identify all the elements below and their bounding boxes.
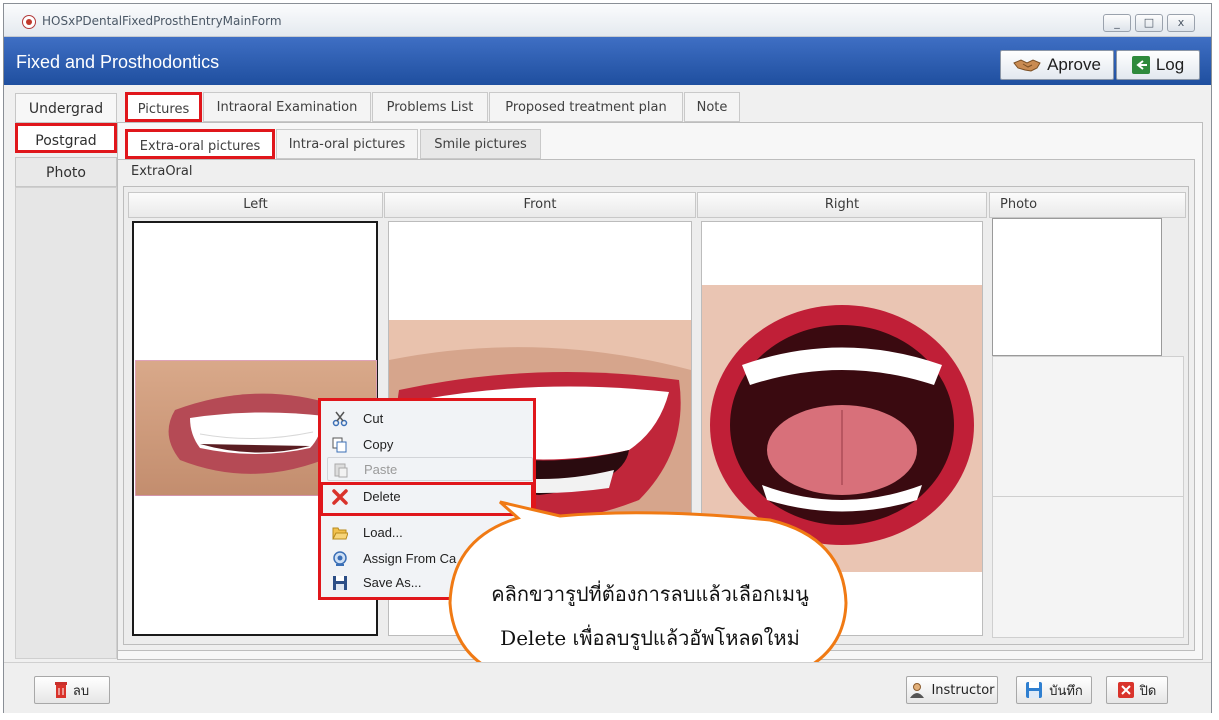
photo-divider: [992, 496, 1184, 497]
minimize-button[interactable]: _: [1103, 14, 1131, 32]
tab-smile-pictures[interactable]: Smile pictures: [420, 129, 541, 159]
form-title: Fixed and Prosthodontics: [16, 52, 220, 72]
copy-icon: [332, 437, 347, 453]
callout-line-1: คลิกขวารูปที่ต้องการลบแล้วเลือกเมนู: [491, 582, 809, 606]
tab-photo[interactable]: Photo: [15, 157, 117, 187]
floppy-disk-icon: [333, 576, 347, 590]
window-title: HOSxPDentalFixedProsthEntryMainForm: [42, 14, 282, 28]
app-icon: [22, 15, 36, 29]
tab-pictures[interactable]: Pictures: [125, 92, 202, 122]
tab-proposed-treatment-plan[interactable]: Proposed treatment plan: [489, 92, 683, 122]
tab-intraoral-examination[interactable]: Intraoral Examination: [203, 92, 371, 122]
scissors-icon: [332, 411, 348, 427]
instructor-button[interactable]: Instructor: [906, 676, 998, 704]
folder-open-icon: [332, 527, 348, 540]
paste-icon: [334, 463, 348, 478]
menu-item-paste[interactable]: Paste: [327, 457, 533, 481]
save-icon: [1026, 682, 1043, 698]
tab-postgrad[interactable]: Postgrad: [15, 123, 117, 153]
tab-note[interactable]: Note: [684, 92, 740, 122]
log-button[interactable]: Log: [1116, 50, 1200, 80]
photo-slot-1[interactable]: [992, 218, 1162, 356]
save-label: บันทึก: [1049, 683, 1083, 699]
close-form-button[interactable]: ปิด: [1106, 676, 1168, 704]
left-tab-strip: [15, 187, 117, 659]
column-right-header: Right: [697, 192, 987, 218]
column-left-header: Left: [128, 192, 383, 218]
column-photo-header: Photo: [989, 192, 1186, 218]
maximize-button[interactable]: □: [1135, 14, 1163, 32]
tab-problems-list[interactable]: Problems List: [372, 92, 488, 122]
delete-record-button[interactable]: ลบ: [34, 676, 110, 704]
tab-intra-oral-pictures[interactable]: Intra-oral pictures: [276, 129, 418, 159]
handshake-icon: [1013, 59, 1041, 72]
tab-undergrad[interactable]: Undergrad: [15, 93, 117, 123]
instructor-label: Instructor: [931, 682, 995, 698]
column-front-header: Front: [384, 192, 696, 218]
form-header: Fixed and Prosthodontics Aprove Log: [4, 37, 1211, 85]
save-button[interactable]: บันทึก: [1016, 676, 1092, 704]
close-icon: [1117, 682, 1134, 698]
trash-icon: [54, 682, 67, 698]
tab-extra-oral-pictures[interactable]: Extra-oral pictures: [125, 129, 275, 159]
delete-record-label: ลบ: [72, 683, 90, 699]
approve-button[interactable]: Aprove: [1000, 50, 1114, 80]
logout-icon: [1131, 56, 1150, 74]
callout-line-2: Delete เพื่อลบรูปแล้วอัพโหลดใหม่: [500, 626, 800, 650]
photo-slot-2[interactable]: [992, 356, 1184, 638]
user-icon: [910, 683, 925, 698]
close-form-label: ปิด: [1139, 683, 1157, 699]
menu-item-cut[interactable]: Cut: [327, 407, 533, 431]
title-bar: HOSxPDentalFixedProsthEntryMainForm _ □ …: [4, 4, 1211, 37]
menu-item-copy[interactable]: Copy: [327, 433, 533, 457]
approve-label: Aprove: [1047, 55, 1101, 74]
log-label: Log: [1155, 55, 1185, 74]
group-title: ExtraOral: [131, 164, 193, 179]
close-window-button[interactable]: x: [1167, 14, 1195, 32]
webcam-icon: [333, 551, 347, 566]
